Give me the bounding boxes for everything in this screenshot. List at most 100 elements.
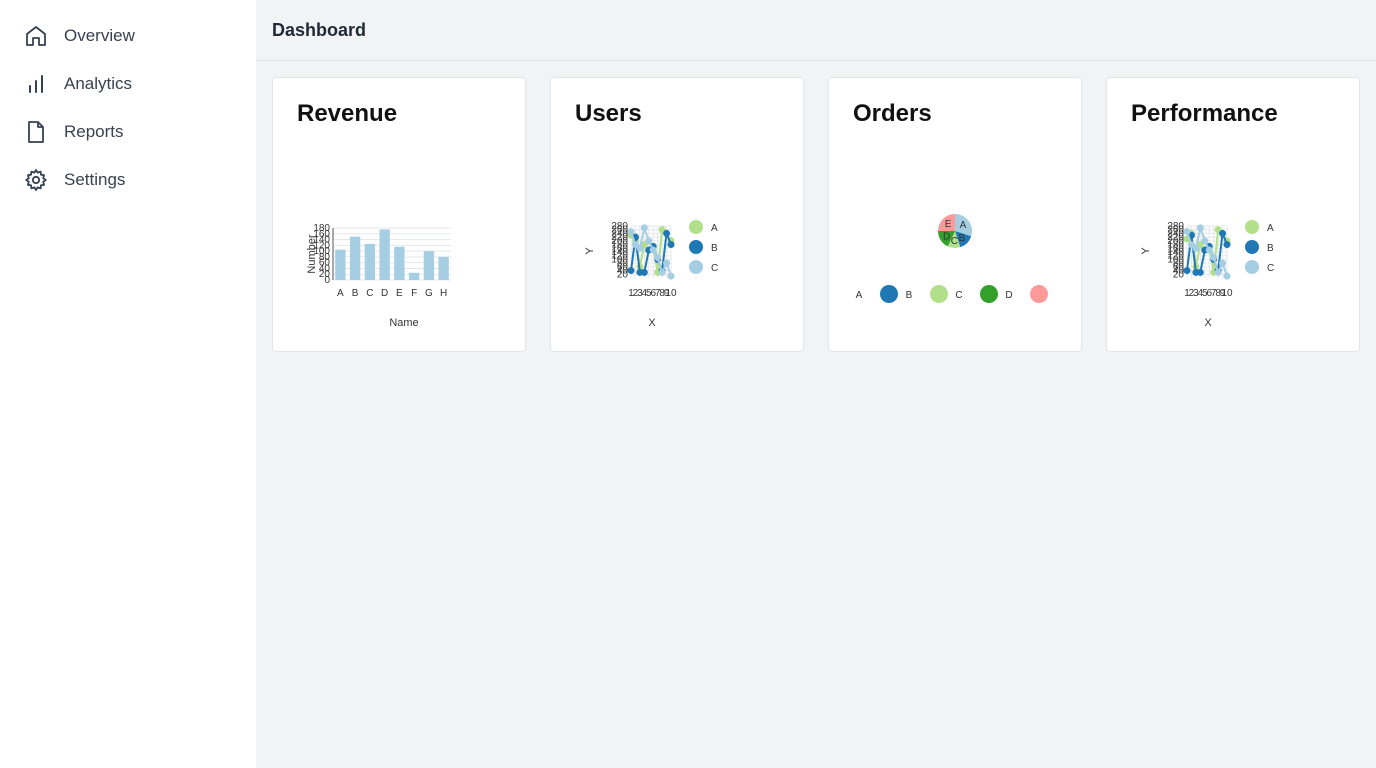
card-performance: 20 40 60 80 100 120 140 160 180 200 220 240 260 280 1 2… xyxy=(1106,77,1360,352)
x-tick-label: C xyxy=(366,288,373,299)
card-title: Performance xyxy=(1131,100,1278,127)
legend-swatch xyxy=(689,240,703,254)
sidebar-item-label: Overview xyxy=(64,26,135,45)
bar xyxy=(438,256,449,280)
data-point xyxy=(663,229,671,237)
data-point xyxy=(640,268,648,276)
page-title: Dashboard xyxy=(272,19,367,40)
legend-swatch xyxy=(880,285,898,303)
x-tick-label: F xyxy=(411,288,417,299)
legend-swatch xyxy=(1245,220,1259,234)
bar xyxy=(364,243,376,280)
sidebar-item-reports[interactable]: Reports xyxy=(0,108,256,156)
data-point xyxy=(1223,272,1231,280)
data-point xyxy=(658,268,666,276)
card-users: 20 40 60 80 100 120 140 160 180 200 220 240 260 280 1 2… xyxy=(550,77,804,352)
legend-label: C xyxy=(955,290,962,301)
data-point xyxy=(1196,268,1204,276)
x-tick-label: H xyxy=(440,288,447,299)
pie-slice-label: A xyxy=(960,220,967,231)
data-point xyxy=(1219,229,1227,237)
bar xyxy=(423,251,435,280)
sidebar-item-analytics[interactable]: Analytics xyxy=(0,60,256,108)
x-axis-label: X xyxy=(1204,317,1212,329)
y-axis-label: Y xyxy=(1140,247,1152,255)
sidebar-item-overview[interactable]: Overview xyxy=(0,12,256,60)
bar xyxy=(394,246,405,280)
data-point xyxy=(627,228,635,236)
legend-swatch xyxy=(930,285,948,303)
data-point xyxy=(1205,246,1213,254)
pie-slice-label: E xyxy=(945,219,952,230)
y-tick-label: 180 xyxy=(313,223,330,234)
legend-label: B xyxy=(1267,243,1274,254)
legend-label: A xyxy=(856,290,863,301)
card-revenue: 0 20 40 60 80 100 120 140 160 180 A B C D E F G H Name Numb… xyxy=(272,77,526,352)
data-point xyxy=(654,254,662,262)
data-point xyxy=(1196,224,1204,232)
bar xyxy=(379,229,390,280)
bar xyxy=(408,272,420,280)
y-axis-label: Number xyxy=(306,234,318,273)
pie-slice-label: D xyxy=(943,231,950,242)
sidebar-item-settings[interactable]: Settings xyxy=(0,156,256,204)
legend-label: C xyxy=(711,263,718,274)
data-point xyxy=(627,267,635,275)
bar xyxy=(349,236,361,280)
legend-label: B xyxy=(906,290,913,301)
x-tick-label: G xyxy=(425,288,433,299)
home-icon xyxy=(24,24,48,48)
data-point xyxy=(636,244,644,252)
data-point xyxy=(1201,237,1209,245)
bar-chart-icon xyxy=(24,72,48,96)
y-tick-label: 280 xyxy=(1167,221,1184,232)
main-content: Dashboard 0 20 40 60 80 100 120 140 160 180 A B C D E F… xyxy=(256,0,1376,768)
card-grid: 0 20 40 60 80 100 120 140 160 180 A B C D E F G H Name Numb… xyxy=(272,77,1360,352)
legend-label: C xyxy=(1267,263,1274,274)
sidebar: Overview Analytics Reports Settings xyxy=(0,0,256,768)
x-tick-label: B xyxy=(352,288,359,299)
data-point xyxy=(645,237,653,245)
card-orders: ABCDEABCD Orders xyxy=(828,77,1082,352)
legend-swatch xyxy=(980,285,998,303)
pie-slice-label: B xyxy=(959,233,966,244)
bar xyxy=(335,249,346,280)
x-tick-label: 10 xyxy=(1221,288,1233,299)
legend-label: A xyxy=(711,223,718,234)
legend-label: D xyxy=(1005,290,1012,301)
data-point xyxy=(1214,268,1222,276)
data-point xyxy=(640,224,648,232)
legend-label: A xyxy=(1267,223,1274,234)
x-axis-label: Name xyxy=(389,317,418,329)
legend-swatch xyxy=(689,220,703,234)
data-point xyxy=(667,241,675,249)
y-tick-label: 280 xyxy=(611,221,628,232)
x-axis-label: X xyxy=(648,317,656,329)
data-point xyxy=(1192,244,1200,252)
card-title: Users xyxy=(575,100,642,127)
sidebar-item-label: Settings xyxy=(64,170,126,189)
data-point xyxy=(1210,254,1218,262)
card-title: Orders xyxy=(853,100,932,127)
data-point xyxy=(667,272,675,280)
data-point xyxy=(1183,267,1191,275)
x-tick-label: E xyxy=(396,288,403,299)
legend-label: B xyxy=(711,243,718,254)
gear-icon xyxy=(24,168,48,192)
data-point xyxy=(1183,228,1191,236)
data-point xyxy=(663,259,671,267)
legend-swatch xyxy=(1245,260,1259,274)
legend-swatch xyxy=(689,260,703,274)
sidebar-item-label: Reports xyxy=(64,122,124,141)
file-icon xyxy=(24,120,48,144)
sidebar-item-label: Analytics xyxy=(64,74,133,93)
card-title: Revenue xyxy=(297,100,398,127)
x-tick-label: A xyxy=(337,288,344,299)
legend-swatch xyxy=(1245,240,1259,254)
x-tick-label: D xyxy=(381,288,388,299)
data-point xyxy=(1223,241,1231,249)
x-tick-label: 10 xyxy=(665,288,677,299)
data-point xyxy=(649,246,657,254)
header: Dashboard xyxy=(256,0,1376,61)
legend-swatch xyxy=(1030,285,1048,303)
